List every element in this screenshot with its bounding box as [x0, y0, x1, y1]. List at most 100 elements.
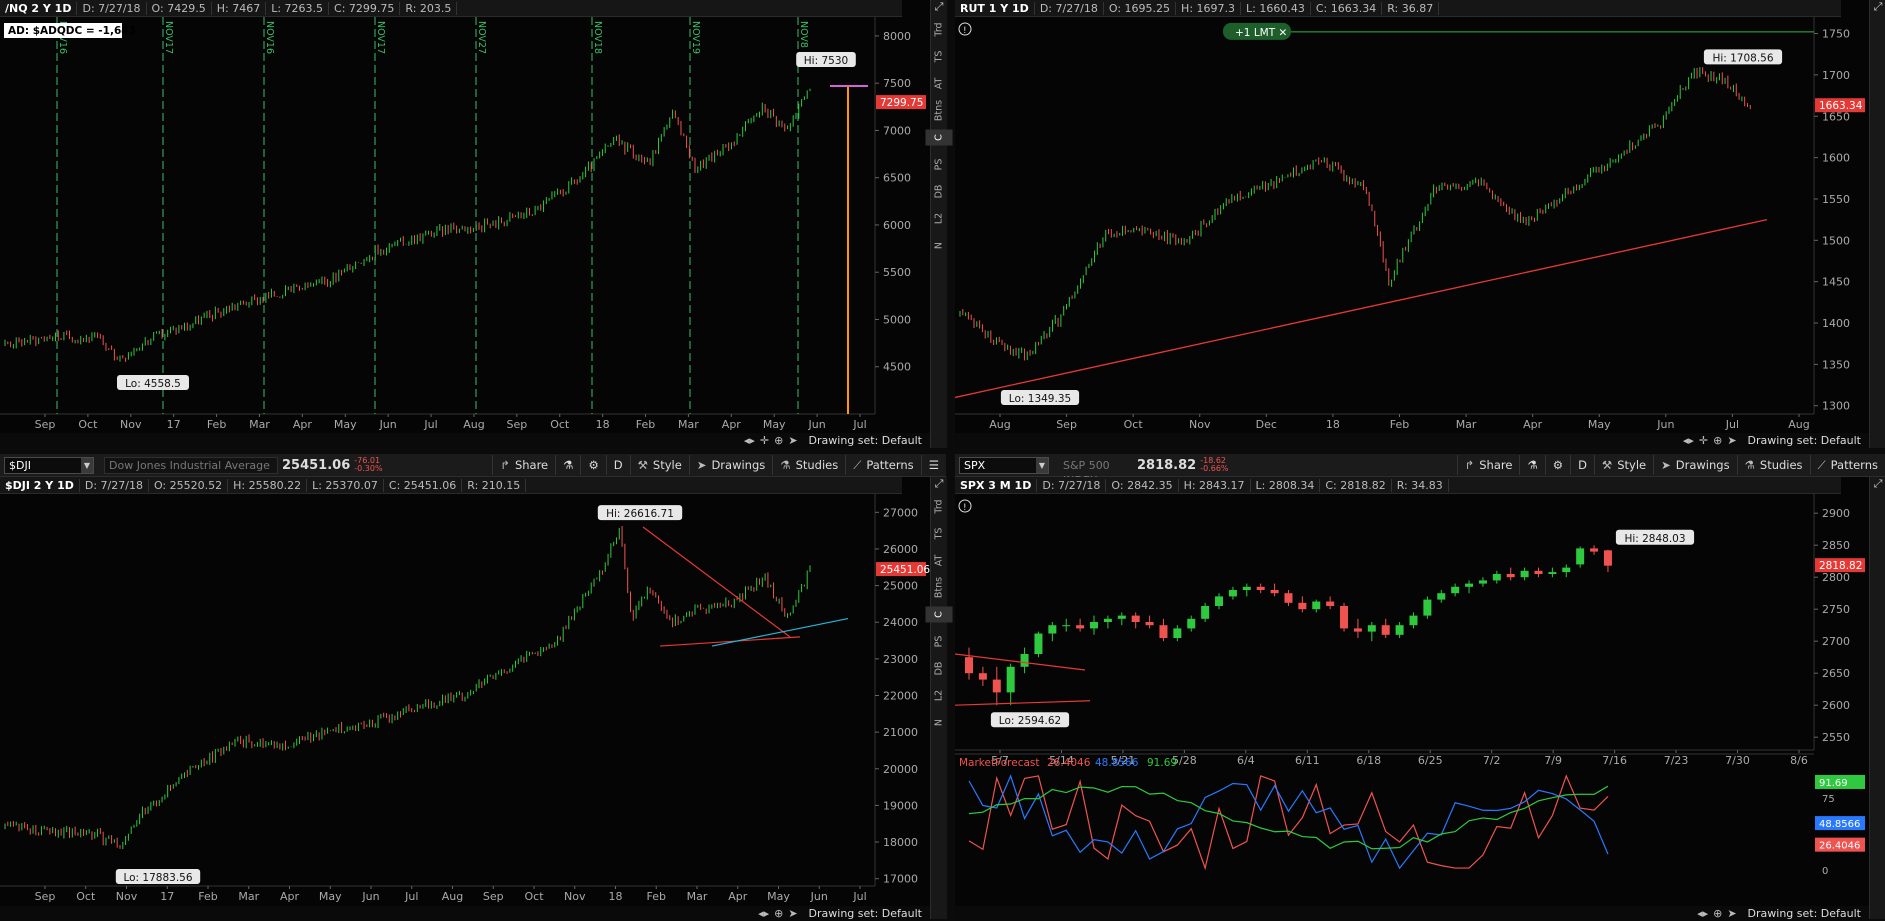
period-button[interactable]: D — [1570, 455, 1594, 475]
sidebar-tab-ts[interactable]: TS — [926, 49, 953, 65]
spx-range: R: 34.83 — [1392, 478, 1449, 492]
spx-price-chart[interactable]: 290028502800275027002650260025505/7 5/14 5… — [955, 494, 1869, 904]
zoom-icon[interactable]: ⊕ — [774, 434, 783, 447]
spx-symbol-input[interactable]: SPX ▼ — [959, 456, 1049, 474]
sidebar-tab-c[interactable]: C — [925, 129, 953, 146]
cursor-icon[interactable]: ➤ — [1727, 434, 1736, 447]
pan-arrows-icon[interactable]: ◂▸ — [1683, 434, 1694, 447]
expand-icon[interactable]: ⤢ — [932, 0, 946, 16]
sidebar-tab-ts[interactable]: TS — [926, 526, 953, 542]
candle-body — [1506, 574, 1515, 578]
x-tick-label: Dec — [1256, 418, 1277, 431]
nq-price-chart[interactable]: 8000 7500 7000 6500 6000 5500 5000 4500 Sep Oct No… — [0, 17, 930, 432]
last-price-tag: 2818.82 — [1819, 560, 1862, 572]
cursor-icon[interactable]: ➤ — [788, 434, 797, 447]
zoom-icon[interactable]: ⊕ — [1713, 907, 1722, 920]
rut-price-chart[interactable]: 1750170016501600155015001450140013501300… — [955, 17, 1869, 432]
candle-body — [1117, 615, 1126, 619]
zoom-icon[interactable]: ⊕ — [774, 907, 783, 920]
crosshair-icon[interactable]: ✛ — [1699, 434, 1708, 447]
expiration-label: NOV19 — [690, 21, 701, 54]
settings-button[interactable]: ⚙ — [1544, 455, 1570, 475]
share-button[interactable]: ↱ Share — [1456, 455, 1520, 475]
pan-arrows-icon[interactable]: ◂▸ — [758, 907, 769, 920]
cursor-icon[interactable]: ➤ — [788, 907, 797, 920]
candle-body — [1201, 606, 1210, 619]
candle-body — [1367, 625, 1376, 632]
sidebar-tab-trd[interactable]: Trd — [926, 22, 953, 38]
spx-symbol-period[interactable]: SPX 3 M 1D — [955, 478, 1038, 492]
patterns-button[interactable]: ⟋ Patterns — [1809, 455, 1885, 475]
dji-description: Dow Jones Industrial Average — [104, 456, 278, 474]
y-tick-label: 7500 — [883, 77, 911, 90]
chevron-down-icon[interactable]: ▼ — [81, 457, 93, 473]
study-value-1: 26.4046 — [1047, 757, 1091, 769]
trend-line — [955, 219, 1768, 399]
studies-button[interactable]: ⚗ Studies — [772, 455, 845, 475]
study-tag: 26.4046 — [1819, 841, 1860, 852]
spx-date: D: 7/27/18 — [1037, 478, 1107, 492]
expand-icon[interactable]: ⤢ — [1871, 477, 1885, 493]
sidebar-tab-l2[interactable]: L2 — [926, 688, 953, 704]
y-tick-label: 2550 — [1822, 731, 1850, 744]
sidebar-tab-ps[interactable]: PS — [926, 157, 953, 173]
nq-chart-panel: /NQ 2 Y 1D D: 7/27/18 O: 7429.5 H: 7467 … — [0, 0, 930, 448]
x-tick-label: Oct — [78, 418, 98, 431]
period-button[interactable]: D — [605, 455, 630, 475]
sidebar-tab-n[interactable]: N — [926, 715, 953, 731]
study-line — [968, 785, 1609, 850]
sidebar-tab-at[interactable]: AT — [926, 76, 953, 92]
x-tick-label: 6/11 — [1295, 754, 1320, 767]
sidebar-tab-db[interactable]: DB — [926, 661, 953, 677]
share-button[interactable]: ↱ Share — [492, 455, 555, 475]
study-tag: 91.69 — [1819, 778, 1848, 789]
sidebar-tab-ps[interactable]: PS — [926, 634, 953, 650]
sidebar-tab-l2[interactable]: L2 — [926, 211, 953, 227]
sidebar-tab-btns[interactable]: Btns — [926, 577, 953, 598]
pan-arrows-icon[interactable]: ◂▸ — [1697, 907, 1708, 920]
sidebar-tab-at[interactable]: AT — [926, 553, 953, 569]
drawing-set-label[interactable]: Drawing set: Default — [809, 907, 922, 920]
style-button[interactable]: ⚒ Style — [1593, 455, 1653, 475]
sidebar-tab-db[interactable]: DB — [926, 184, 953, 200]
sidebar-tab-n[interactable]: N — [926, 238, 953, 254]
crosshair-icon[interactable]: ✛ — [760, 434, 769, 447]
y-tick-label: 24000 — [883, 616, 918, 629]
sidebar-tab-trd[interactable]: Trd — [926, 499, 953, 515]
style-button[interactable]: ⚒ Style — [629, 455, 689, 475]
spx-net-change: -18.62 -0.66% — [1200, 457, 1228, 473]
rut-symbol-period[interactable]: RUT 1 Y 1D — [955, 1, 1035, 15]
zoom-icon[interactable]: ⊕ — [1713, 434, 1722, 447]
expand-icon[interactable]: ⤢ — [1871, 0, 1885, 16]
dji-price-chart[interactable]: 27000 26000 25000 24000 23000 22000 21000 20000… — [0, 494, 930, 904]
nq-symbol-period[interactable]: /NQ 2 Y 1D — [0, 1, 78, 15]
x-tick-label: Jun — [810, 890, 828, 903]
y-tick-label: 2850 — [1822, 539, 1850, 552]
drawing-set-label[interactable]: Drawing set: Default — [1748, 434, 1861, 447]
flask-button[interactable]: ⚗ — [555, 455, 580, 475]
rut-chart-panel: RUT 1 Y 1D D: 7/27/18 O: 1695.25 H: 1697… — [955, 0, 1869, 448]
candle-body — [1062, 625, 1071, 627]
settings-button[interactable]: ⚙ — [580, 455, 605, 475]
pan-arrows-icon[interactable]: ◂▸ — [744, 434, 755, 447]
studies-button[interactable]: ⚗ Studies — [1736, 455, 1810, 475]
drawing-set-label[interactable]: Drawing set: Default — [1748, 907, 1861, 920]
alert-icon-mark: ! — [963, 503, 967, 513]
menu-button[interactable]: ☰ — [920, 455, 946, 475]
alert-icon-mark: ! — [963, 26, 967, 36]
patterns-button[interactable]: ⟋ Patterns — [845, 455, 920, 475]
drawings-button[interactable]: ➤ Drawings — [688, 455, 772, 475]
style-icon: ⚒ — [637, 458, 648, 472]
cursor-icon[interactable]: ➤ — [1727, 907, 1736, 920]
drawings-button[interactable]: ➤ Drawings — [1653, 455, 1736, 475]
drawing-set-label[interactable]: Drawing set: Default — [809, 434, 922, 447]
expiration-label: NOV8 — [798, 21, 809, 48]
sidebar-tab-c[interactable]: C — [925, 606, 953, 623]
gear-icon: ⚙ — [588, 458, 599, 472]
dji-symbol-period[interactable]: $DJI 2 Y 1D — [0, 478, 80, 492]
expand-icon[interactable]: ⤢ — [932, 477, 946, 493]
flask-button[interactable]: ⚗ — [1519, 455, 1544, 475]
sidebar-tab-btns[interactable]: Btns — [926, 100, 953, 121]
chevron-down-icon[interactable]: ▼ — [1036, 457, 1048, 473]
dji-symbol-input[interactable]: $DJI ▼ — [4, 456, 94, 474]
